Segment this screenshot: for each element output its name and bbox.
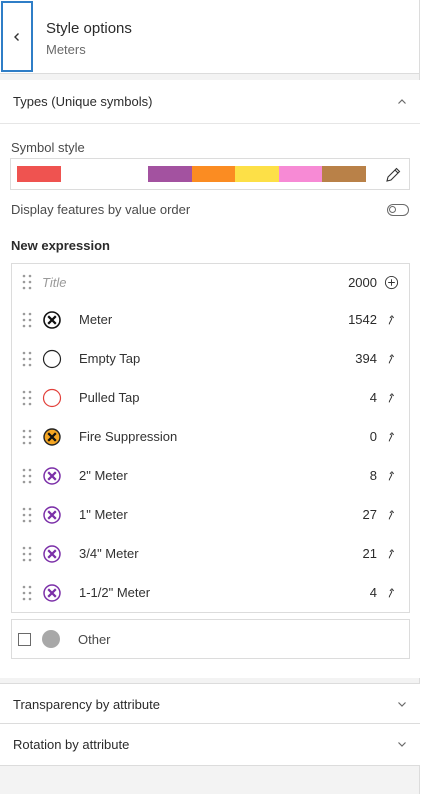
drag-handle-icon[interactable] bbox=[12, 585, 42, 601]
purple-x-circle-icon[interactable] bbox=[42, 544, 62, 564]
other-checkbox[interactable] bbox=[18, 632, 31, 646]
drag-handle-icon[interactable] bbox=[12, 429, 42, 445]
drag-handle-icon[interactable] bbox=[12, 351, 42, 367]
ramp-segment bbox=[148, 166, 192, 182]
drag-handle-icon[interactable] bbox=[12, 390, 42, 406]
black-x-circle-icon[interactable] bbox=[42, 310, 62, 330]
ramp-segment bbox=[61, 166, 148, 182]
ramp-segment bbox=[192, 166, 235, 182]
add-circle-icon[interactable] bbox=[383, 274, 399, 290]
item-label: 2" Meter bbox=[79, 468, 128, 483]
chevron-left-icon bbox=[14, 32, 19, 41]
item-label: Pulled Tap bbox=[79, 390, 140, 405]
ramp-segment bbox=[279, 166, 322, 182]
item-count: 27 bbox=[362, 507, 377, 522]
panel-header: Style options Meters bbox=[0, 0, 419, 74]
sort-arrow-icon[interactable] bbox=[383, 546, 399, 562]
item-count: 394 bbox=[355, 351, 377, 366]
sort-arrow-icon[interactable] bbox=[383, 429, 399, 445]
symbol-style-picker[interactable] bbox=[10, 158, 410, 190]
panel-subtitle: Meters bbox=[46, 42, 86, 57]
symbol-style-label: Symbol style bbox=[11, 140, 85, 155]
item-count: 4 bbox=[369, 390, 377, 405]
rotation-section: Rotation by attribute bbox=[0, 724, 420, 766]
list-item[interactable]: 2" Meter 8 bbox=[12, 456, 409, 495]
color-ramp bbox=[17, 166, 366, 182]
purple-x-circle-icon[interactable] bbox=[42, 505, 62, 525]
drag-handle-icon[interactable] bbox=[12, 312, 42, 328]
sort-arrow-icon[interactable] bbox=[383, 507, 399, 523]
orange-x-circle-icon[interactable] bbox=[42, 427, 62, 447]
list-item[interactable]: Empty Tap 394 bbox=[12, 339, 409, 378]
other-label: Other bbox=[78, 631, 111, 647]
display-order-label: Display features by value order bbox=[11, 202, 191, 217]
transparency-section: Transparency by attribute bbox=[0, 683, 420, 724]
adjacent-pane-edge bbox=[420, 0, 425, 794]
sort-arrow-icon[interactable] bbox=[383, 312, 399, 328]
total-count: 2000 bbox=[348, 274, 377, 290]
item-label: Fire Suppression bbox=[79, 429, 178, 444]
display-order-toggle[interactable] bbox=[387, 203, 409, 216]
chevron-down-icon bbox=[398, 742, 406, 747]
rotation-section-title: Rotation by attribute bbox=[13, 736, 130, 752]
title-row: Title 2000 bbox=[12, 264, 409, 300]
expression-label: New expression bbox=[11, 238, 110, 253]
item-count: 0 bbox=[369, 429, 377, 444]
pencil-icon[interactable] bbox=[384, 166, 402, 184]
rotation-section-header[interactable]: Rotation by attribute bbox=[0, 724, 420, 764]
transparency-section-title: Transparency by attribute bbox=[13, 696, 160, 712]
drag-handle-icon[interactable] bbox=[12, 507, 42, 523]
purple-x-circle-icon[interactable] bbox=[42, 466, 62, 486]
item-label: Meter bbox=[79, 312, 113, 327]
item-count: 4 bbox=[369, 585, 377, 600]
types-section-header[interactable]: Types (Unique symbols) bbox=[0, 80, 420, 124]
item-count: 21 bbox=[362, 546, 377, 561]
item-label: 3/4" Meter bbox=[79, 546, 139, 561]
sort-arrow-icon[interactable] bbox=[383, 468, 399, 484]
purple-x-circle-icon[interactable] bbox=[42, 583, 62, 603]
item-label: 1" Meter bbox=[79, 507, 128, 522]
list-item[interactable]: Fire Suppression 0 bbox=[12, 417, 409, 456]
drag-handle-icon[interactable] bbox=[12, 274, 42, 290]
types-section-title: Types (Unique symbols) bbox=[13, 94, 153, 109]
panel-title: Style options bbox=[46, 20, 132, 37]
title-placeholder[interactable]: Title bbox=[42, 275, 66, 290]
other-symbol-icon bbox=[42, 630, 60, 648]
ramp-segment bbox=[17, 166, 61, 182]
sort-arrow-icon[interactable] bbox=[383, 351, 399, 367]
back-button[interactable] bbox=[1, 1, 33, 72]
list-item[interactable]: Pulled Tap 4 bbox=[12, 378, 409, 417]
ramp-segment bbox=[235, 166, 279, 182]
drag-handle-icon[interactable] bbox=[12, 468, 42, 484]
list-item[interactable]: Meter 1542 bbox=[12, 300, 409, 339]
item-label: 1-1/2" Meter bbox=[79, 585, 151, 600]
drag-handle-icon[interactable] bbox=[12, 546, 42, 562]
sort-arrow-icon[interactable] bbox=[383, 585, 399, 601]
item-count: 1542 bbox=[348, 312, 377, 327]
types-section: Types (Unique symbols) Symbol style Disp… bbox=[0, 80, 420, 678]
ramp-segment bbox=[322, 166, 366, 182]
list-item[interactable]: 3/4" Meter 21 bbox=[12, 534, 409, 573]
chevron-down-icon bbox=[398, 702, 406, 707]
red-ring-icon[interactable] bbox=[42, 388, 62, 408]
sort-arrow-icon[interactable] bbox=[383, 390, 399, 406]
list-item[interactable]: 1-1/2" Meter 4 bbox=[12, 573, 409, 612]
chevron-up-icon bbox=[398, 98, 406, 104]
item-label: Empty Tap bbox=[79, 351, 141, 366]
unique-values-list: Title 2000 Meter 1542 Empty Tap 394 Pulled T… bbox=[11, 263, 410, 613]
transparency-section-header[interactable]: Transparency by attribute bbox=[0, 684, 420, 724]
black-ring-icon[interactable] bbox=[42, 349, 62, 369]
item-count: 8 bbox=[369, 468, 377, 483]
style-options-panel: Style options Meters Types (Unique symbo… bbox=[0, 0, 420, 794]
list-item[interactable]: 1" Meter 27 bbox=[12, 495, 409, 534]
other-row: Other bbox=[11, 619, 410, 659]
